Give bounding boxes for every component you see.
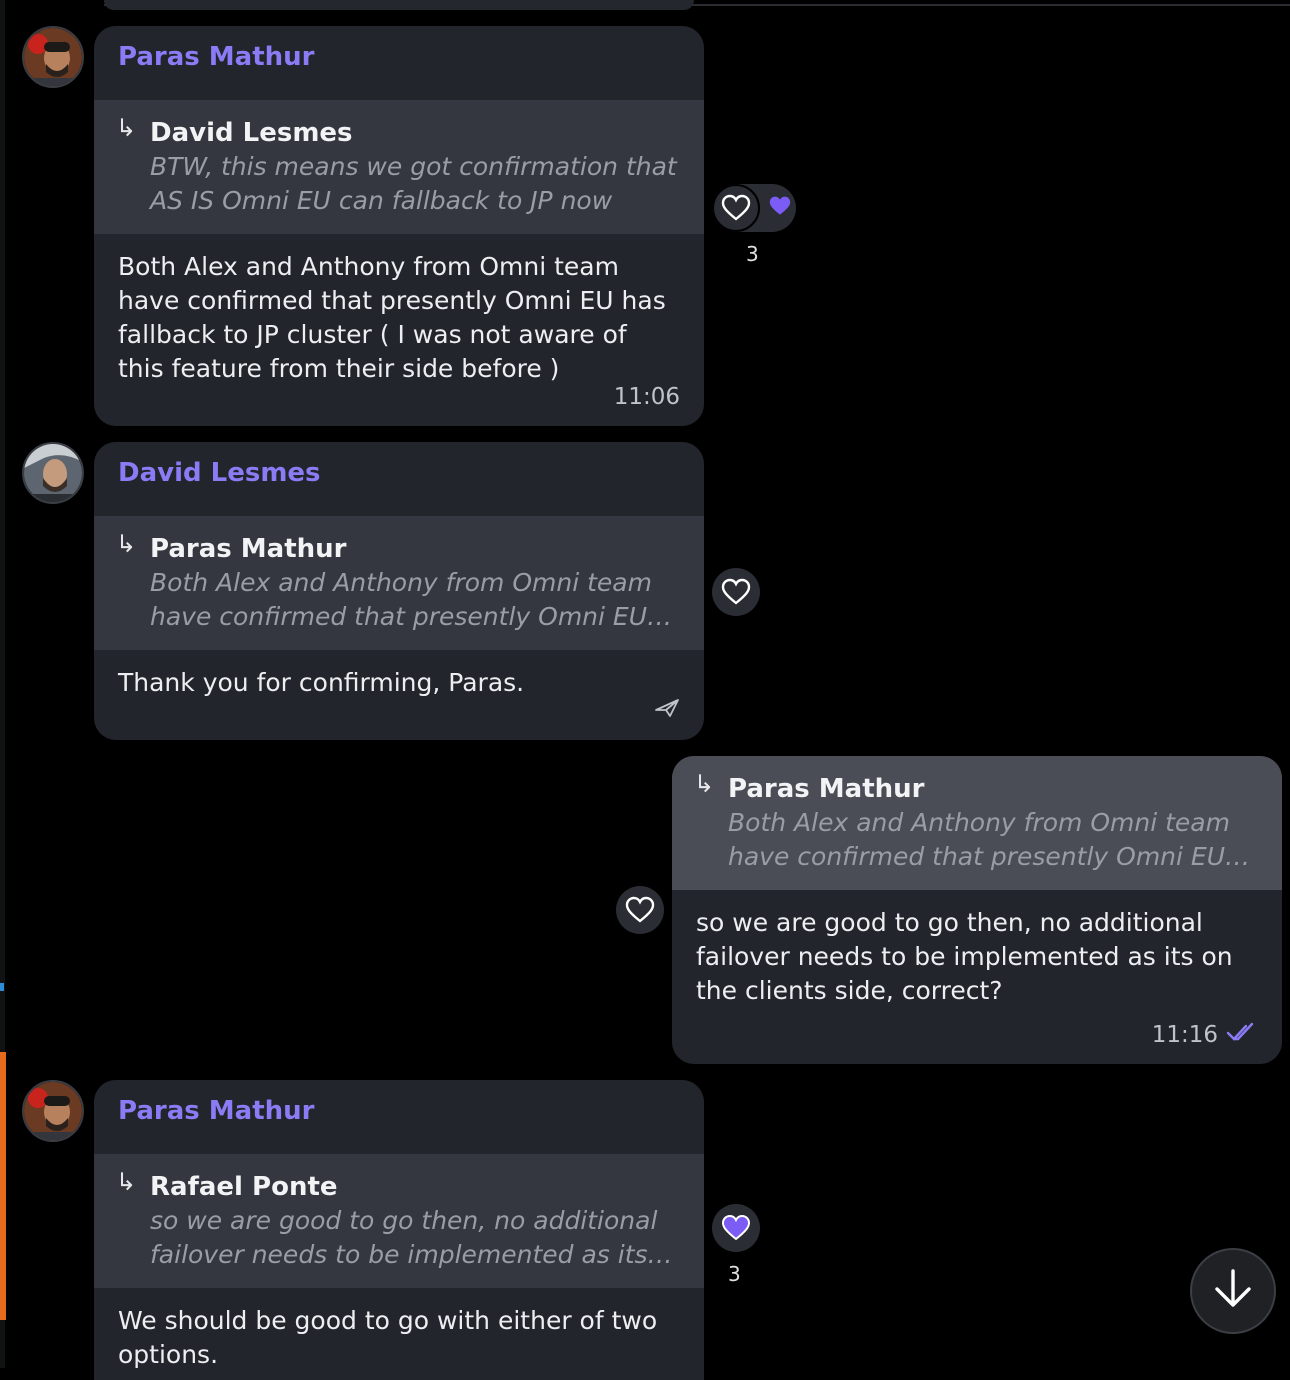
left-indicator: [0, 983, 4, 991]
reply-text: so we are good to go then, no additional…: [150, 1206, 673, 1269]
reply-arrow-icon: ↳: [116, 114, 137, 142]
arrow-down-icon: [1211, 1267, 1255, 1315]
heart-outline-icon[interactable]: [616, 886, 664, 934]
message-time: 11:06: [613, 384, 680, 410]
reply-text: Both Alex and Anthony from Omni team hav…: [728, 808, 1250, 871]
sender-name[interactable]: David Lesmes: [94, 442, 704, 498]
reply-author: Paras Mathur: [150, 534, 347, 564]
sent-icon: [654, 698, 680, 724]
avatar-paras-mathur[interactable]: [22, 26, 84, 88]
reply-text: Both Alex and Anthony from Omni team hav…: [150, 568, 672, 631]
reply-text: BTW, this means we got confirmation that…: [150, 152, 677, 215]
sender-name[interactable]: Paras Mathur: [94, 1080, 704, 1136]
previous-message-edge: [104, 0, 694, 10]
avatar-paras-mathur[interactable]: [22, 1080, 84, 1142]
message-bubble[interactable]: David Lesmes ↳ Paras Mathur Both Alex an…: [94, 442, 704, 740]
heart-outline-icon[interactable]: [712, 184, 760, 232]
avatar-david-lesmes[interactable]: [22, 442, 84, 504]
reaction-count: 3: [746, 242, 759, 266]
message-bubble[interactable]: Paras Mathur ↳ Rafael Ponte so we are go…: [94, 1080, 704, 1380]
reply-preview[interactable]: ↳ Rafael Ponte so we are good to go then…: [94, 1154, 704, 1288]
message-meta: 11:06: [614, 384, 680, 410]
heart-outline-icon[interactable]: [712, 568, 760, 616]
reply-arrow-icon: ↳: [116, 1168, 137, 1196]
reply-arrow-icon: ↳: [116, 530, 137, 558]
left-accent-bar: [0, 1052, 6, 1320]
message-meta: [654, 698, 680, 724]
reaction-count: 3: [728, 1262, 741, 1286]
reply-preview[interactable]: ↳ Paras Mathur Both Alex and Anthony fro…: [672, 756, 1282, 890]
scroll-to-bottom-button[interactable]: [1190, 1248, 1276, 1334]
message-text: We should be good to go with either of t…: [118, 1306, 658, 1369]
message-time: 11:16: [1151, 1022, 1218, 1048]
message-meta: 11:16: [1152, 1022, 1258, 1048]
reaction-group[interactable]: [712, 184, 796, 232]
heart-filled-icon[interactable]: [712, 1204, 760, 1252]
double-check-icon: [1226, 1022, 1258, 1048]
message-text: Thank you for confirming, Paras.: [118, 668, 525, 697]
heart-filled-icon: [768, 195, 792, 221]
sender-name[interactable]: Paras Mathur: [94, 26, 704, 82]
message-bubble[interactable]: Paras Mathur ↳ David Lesmes BTW, this me…: [94, 26, 704, 426]
message-text: so we are good to go then, no additional…: [696, 908, 1233, 1005]
reply-arrow-icon: ↳: [694, 770, 715, 798]
reply-author: David Lesmes: [150, 118, 353, 148]
reply-preview[interactable]: ↳ Paras Mathur Both Alex and Anthony fro…: [94, 516, 704, 650]
reply-author: Paras Mathur: [728, 774, 925, 804]
reply-preview[interactable]: ↳ David Lesmes BTW, this means we got co…: [94, 100, 704, 234]
reply-author: Rafael Ponte: [150, 1172, 338, 1202]
message-bubble-outgoing[interactable]: ↳ Paras Mathur Both Alex and Anthony fro…: [672, 756, 1282, 1064]
message-text: Both Alex and Anthony from Omni team hav…: [118, 252, 666, 383]
